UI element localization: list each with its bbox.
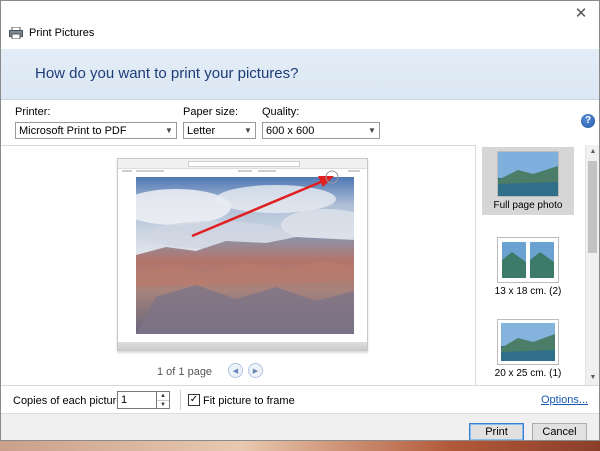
layout-item-13x18[interactable]: 13 x 18 cm. (2) — [482, 233, 574, 303]
printer-icon — [9, 27, 23, 39]
chevron-down-icon: ▼ — [244, 126, 252, 135]
paper-size-select[interactable]: Letter ▼ — [183, 122, 256, 139]
scroll-thumb[interactable] — [588, 161, 597, 253]
layout-thumbnail — [497, 151, 559, 197]
help-icon[interactable]: ? — [581, 114, 595, 128]
printer-value: Microsoft Print to PDF — [19, 124, 127, 137]
scroll-down-icon[interactable]: ▼ — [586, 371, 599, 385]
layout-label: Full page photo — [493, 200, 563, 211]
chevron-right-icon: ▶ — [252, 368, 259, 375]
quality-select[interactable]: 600 x 600 ▼ — [262, 122, 380, 139]
options-link[interactable]: Options... — [541, 394, 588, 406]
paper-size-label: Paper size: — [183, 106, 239, 118]
print-pictures-dialog: Print Pictures ✕ How do you want to prin… — [0, 0, 600, 441]
paper-size-value: Letter — [187, 124, 216, 137]
layout-thumbnail — [497, 237, 559, 283]
chevron-down-icon: ▼ — [165, 126, 173, 135]
print-options-bar: Copies of each picture: ▲ ▼ ✓ Fit pictur… — [1, 385, 599, 414]
spin-down-icon[interactable]: ▼ — [157, 401, 169, 409]
layout-list: Full page photo 13 x 18 cm. (2) 20 x 25 … — [475, 145, 599, 385]
layout-label: 13 x 18 cm. (2) — [494, 286, 562, 297]
page-count: 1 of 1 page — [157, 366, 213, 378]
close-icon: ✕ — [574, 5, 588, 22]
next-page-button[interactable]: ▶ — [248, 363, 263, 378]
copies-label: Copies of each picture: — [13, 395, 126, 407]
window-title: Print Pictures — [29, 27, 95, 39]
fit-picture-checkbox[interactable]: ✓ — [188, 394, 200, 406]
close-button[interactable]: ✕ — [563, 1, 599, 25]
previous-page-button[interactable]: ◀ — [228, 363, 243, 378]
red-arrow-annotation — [191, 170, 339, 238]
chevron-left-icon: ◀ — [232, 368, 239, 375]
divider — [180, 390, 181, 410]
printer-select[interactable]: Microsoft Print to PDF ▼ — [15, 122, 177, 139]
instruction-banner: How do you want to print your pictures? — [1, 49, 599, 100]
layout-item-20x25[interactable]: 20 x 25 cm. (1) — [482, 315, 574, 385]
quality-label: Quality: — [262, 106, 300, 118]
two-up-thumbnail-illustration — [502, 242, 554, 278]
lake-thumbnail-illustration — [501, 323, 555, 361]
chevron-down-icon: ▼ — [368, 126, 376, 135]
printer-label: Printer: — [15, 106, 51, 118]
layout-thumbnail — [497, 319, 559, 365]
print-button[interactable]: Print — [469, 423, 524, 440]
layout-label: 20 x 25 cm. (1) — [494, 368, 562, 379]
spin-up-icon[interactable]: ▲ — [157, 392, 169, 401]
copies-input[interactable] — [117, 391, 157, 409]
scroll-up-icon[interactable]: ▲ — [586, 145, 599, 159]
page-preview — [117, 158, 368, 351]
title-bar: Print Pictures ✕ — [1, 1, 599, 49]
print-preview-area: 1 of 1 page ◀ ▶ — [1, 145, 475, 386]
fit-picture-label[interactable]: Fit picture to frame — [203, 395, 295, 407]
layout-item-full-page-photo[interactable]: Full page photo — [482, 147, 574, 215]
quality-value: 600 x 600 — [266, 124, 315, 137]
cancel-button[interactable]: Cancel — [532, 423, 587, 440]
lake-thumbnail-illustration — [498, 152, 558, 196]
banner-heading: How do you want to print your pictures? — [35, 65, 299, 82]
desktop-background — [0, 441, 600, 451]
copies-stepper[interactable]: ▲ ▼ — [157, 391, 170, 409]
layout-scrollbar[interactable]: ▲ ▼ — [585, 145, 599, 385]
dialog-footer: Print Cancel — [1, 413, 599, 440]
